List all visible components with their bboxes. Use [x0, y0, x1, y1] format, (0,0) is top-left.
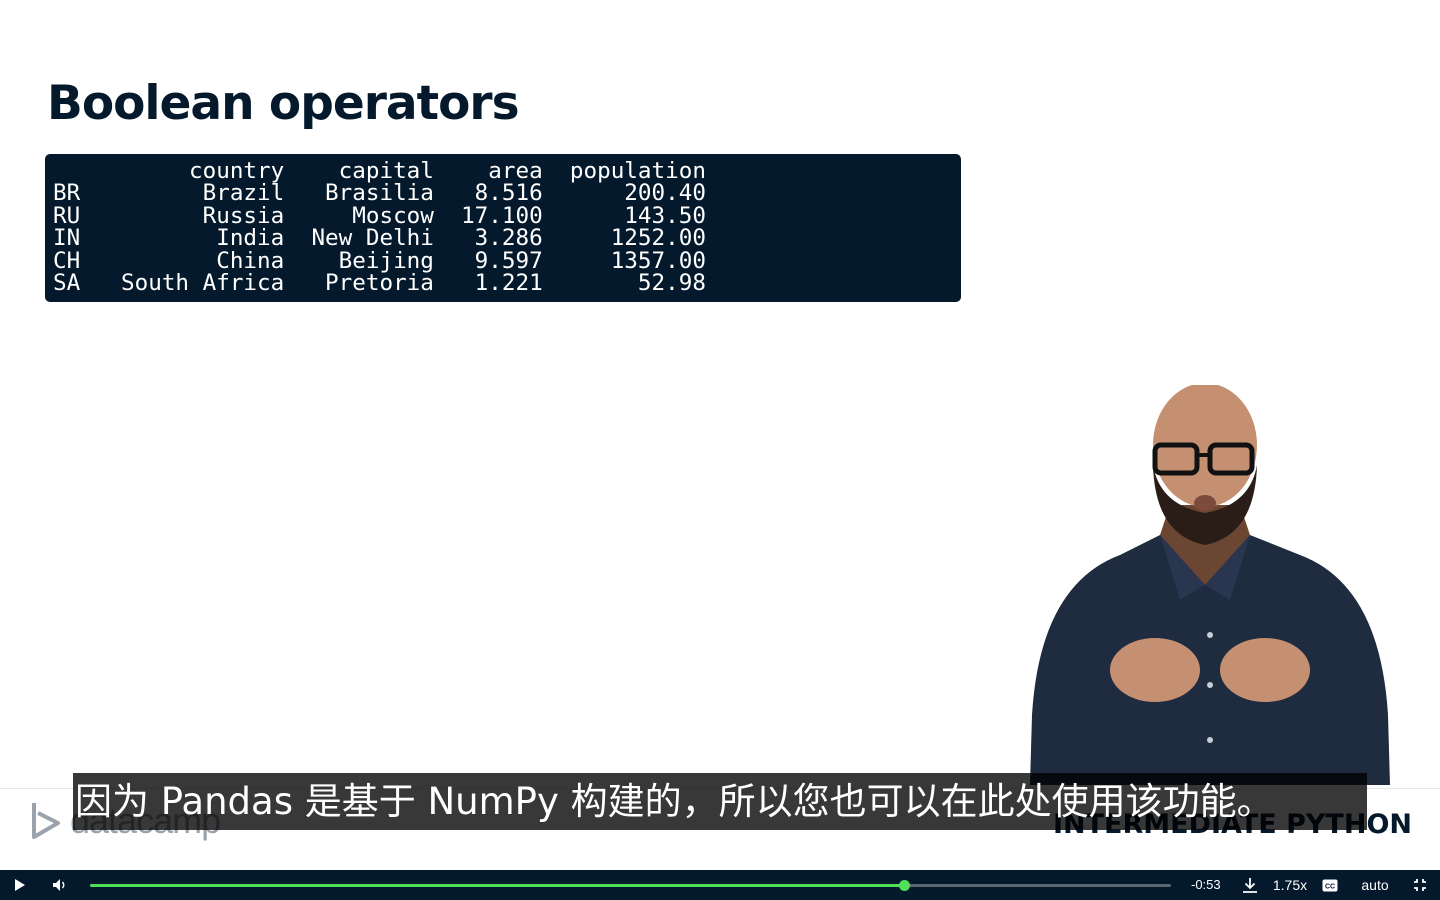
progress-handle[interactable] [898, 880, 910, 891]
quality-button[interactable]: auto [1354, 870, 1396, 900]
dataframe-output: country capital area population BR Brazi… [45, 154, 961, 302]
time-remaining: -0:53 [1191, 877, 1221, 892]
presenter-video [1030, 385, 1390, 785]
exit-fullscreen-button[interactable] [1408, 870, 1432, 900]
playback-speed-button[interactable]: 1.75x [1270, 870, 1310, 900]
dataframe-text: country capital area population BR Brazi… [53, 158, 706, 297]
video-player-controls: -0:53 1.75x CC auto [0, 870, 1440, 900]
subtitle-caption: 因为 Pandas 是基于 NumPy 构建的，所以您也可以在此处使用该功能。 [73, 773, 1367, 830]
download-icon [1243, 878, 1257, 893]
captions-icon: CC [1322, 879, 1338, 891]
video-frame[interactable]: Boolean operators country capital area p… [0, 0, 1440, 870]
play-button[interactable] [6, 870, 34, 900]
svg-text:CC: CC [1325, 883, 1335, 890]
volume-button[interactable] [46, 870, 74, 900]
exit-fullscreen-icon [1414, 879, 1426, 891]
captions-button[interactable]: CC [1318, 870, 1342, 900]
progress-bar[interactable] [90, 880, 1171, 891]
slide-title: Boolean operators [47, 76, 520, 131]
datacamp-logo-icon [32, 803, 60, 839]
progress-fill [90, 884, 904, 887]
download-button[interactable] [1238, 870, 1262, 900]
volume-icon [53, 879, 65, 891]
play-icon [15, 879, 25, 891]
